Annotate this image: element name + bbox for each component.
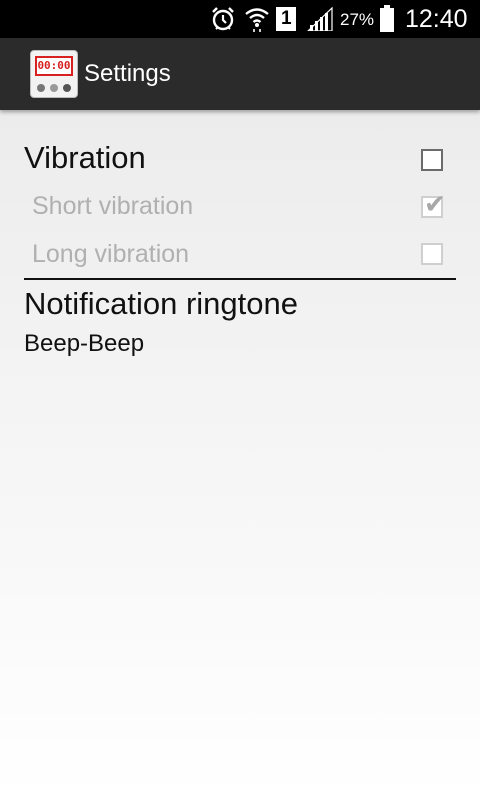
stopwatch-app-icon[interactable]: 00:00 [30,50,78,98]
setting-title-vibration: Vibration [24,140,146,175]
sim-icon: 1 [276,7,296,31]
checkmark-icon: ✔ [424,190,446,220]
category-divider [24,278,456,280]
status-bar: 1 27% 12:40 [0,0,480,38]
action-bar: 00:00 Settings [0,38,480,110]
status-time: 12:40 [405,5,468,33]
short-vibration-checkbox: ✔ [421,192,446,218]
app-icon-display: 00:00 [35,56,73,76]
setting-title-short-vibration: Short vibration [32,192,194,220]
battery-icon [380,5,394,32]
setting-title-long-vibration: Long vibration [32,240,190,268]
app-icon-button-dot [37,84,45,92]
sim-slot-number: 1 [281,8,292,29]
app-icon-button-dot [50,84,58,92]
ringtone-summary: Beep-Beep [24,330,145,357]
vibration-checkbox[interactable] [421,149,443,171]
setting-title-notification-ringtone: Notification ringtone [24,286,298,321]
alarm-icon [212,7,234,31]
app-icon-button-dot [63,84,71,92]
long-vibration-checkbox [421,243,443,265]
battery-percent: 27% [340,10,375,29]
signal-icon [307,7,333,31]
page-title: Settings [84,60,171,87]
wifi-icon [245,8,269,32]
